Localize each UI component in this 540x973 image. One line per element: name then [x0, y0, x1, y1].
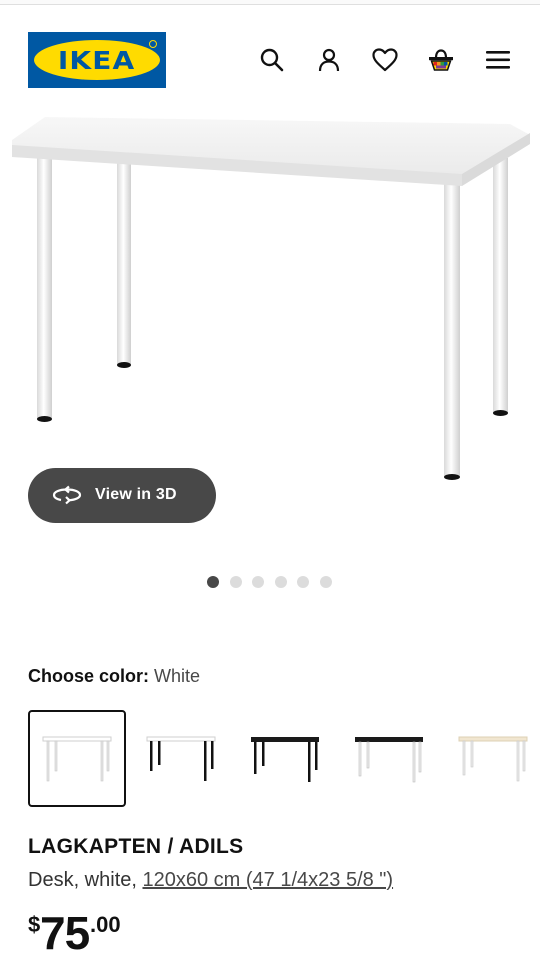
heart-icon[interactable]	[371, 46, 399, 74]
product-type: Desk, white,	[28, 869, 143, 891]
cart-icon[interactable]	[427, 46, 455, 74]
price-integer: 75	[40, 907, 90, 959]
logo-oval: IKEA	[34, 40, 160, 80]
logo-text: IKEA	[58, 45, 136, 75]
price-decimal: .00	[90, 912, 121, 937]
search-icon[interactable]	[258, 46, 286, 74]
product-page: IKEA View in 3D Choose color: White LAGK…	[0, 0, 540, 973]
top-divider	[0, 0, 540, 5]
selected-color-value: White	[154, 666, 201, 686]
color-chooser-label: Choose color: White	[28, 666, 200, 687]
swatch-black-brown-black[interactable]	[236, 710, 334, 807]
price-currency: $	[28, 912, 41, 937]
swatch-white-white[interactable]	[28, 710, 126, 807]
color-swatches	[28, 710, 540, 808]
swatch-birch-white[interactable]	[444, 710, 540, 807]
user-icon[interactable]	[315, 46, 343, 74]
menu-icon[interactable]	[484, 46, 512, 74]
pager-dot-2[interactable]	[229, 576, 242, 588]
header: IKEA	[0, 20, 540, 100]
swatch-white-black[interactable]	[132, 710, 230, 807]
pager-dot-1[interactable]	[207, 576, 219, 588]
pager-dot-3[interactable]	[252, 576, 264, 588]
view-in-3d-label: View in 3D	[95, 486, 177, 503]
product-dimensions-link[interactable]: 120x60 cm (47 1/4x23 5/8 ")	[142, 869, 393, 891]
choose-color-label: Choose color:	[28, 666, 150, 686]
ikea-logo[interactable]: IKEA	[28, 32, 166, 88]
swatch-black-brown-white[interactable]	[340, 710, 438, 807]
pager-dot-4[interactable]	[274, 576, 287, 588]
product-name: LAGKAPTEN / ADILS	[28, 835, 244, 858]
image-pager	[207, 576, 342, 590]
rotate-3d-icon	[52, 485, 82, 505]
product-description: Desk, white, 120x60 cm (47 1/4x23 5/8 ")	[28, 869, 393, 892]
view-in-3d-button[interactable]: View in 3D	[28, 468, 216, 523]
pager-dot-6[interactable]	[319, 576, 332, 588]
pager-dot-5[interactable]	[297, 576, 309, 588]
registered-mark	[149, 40, 157, 48]
